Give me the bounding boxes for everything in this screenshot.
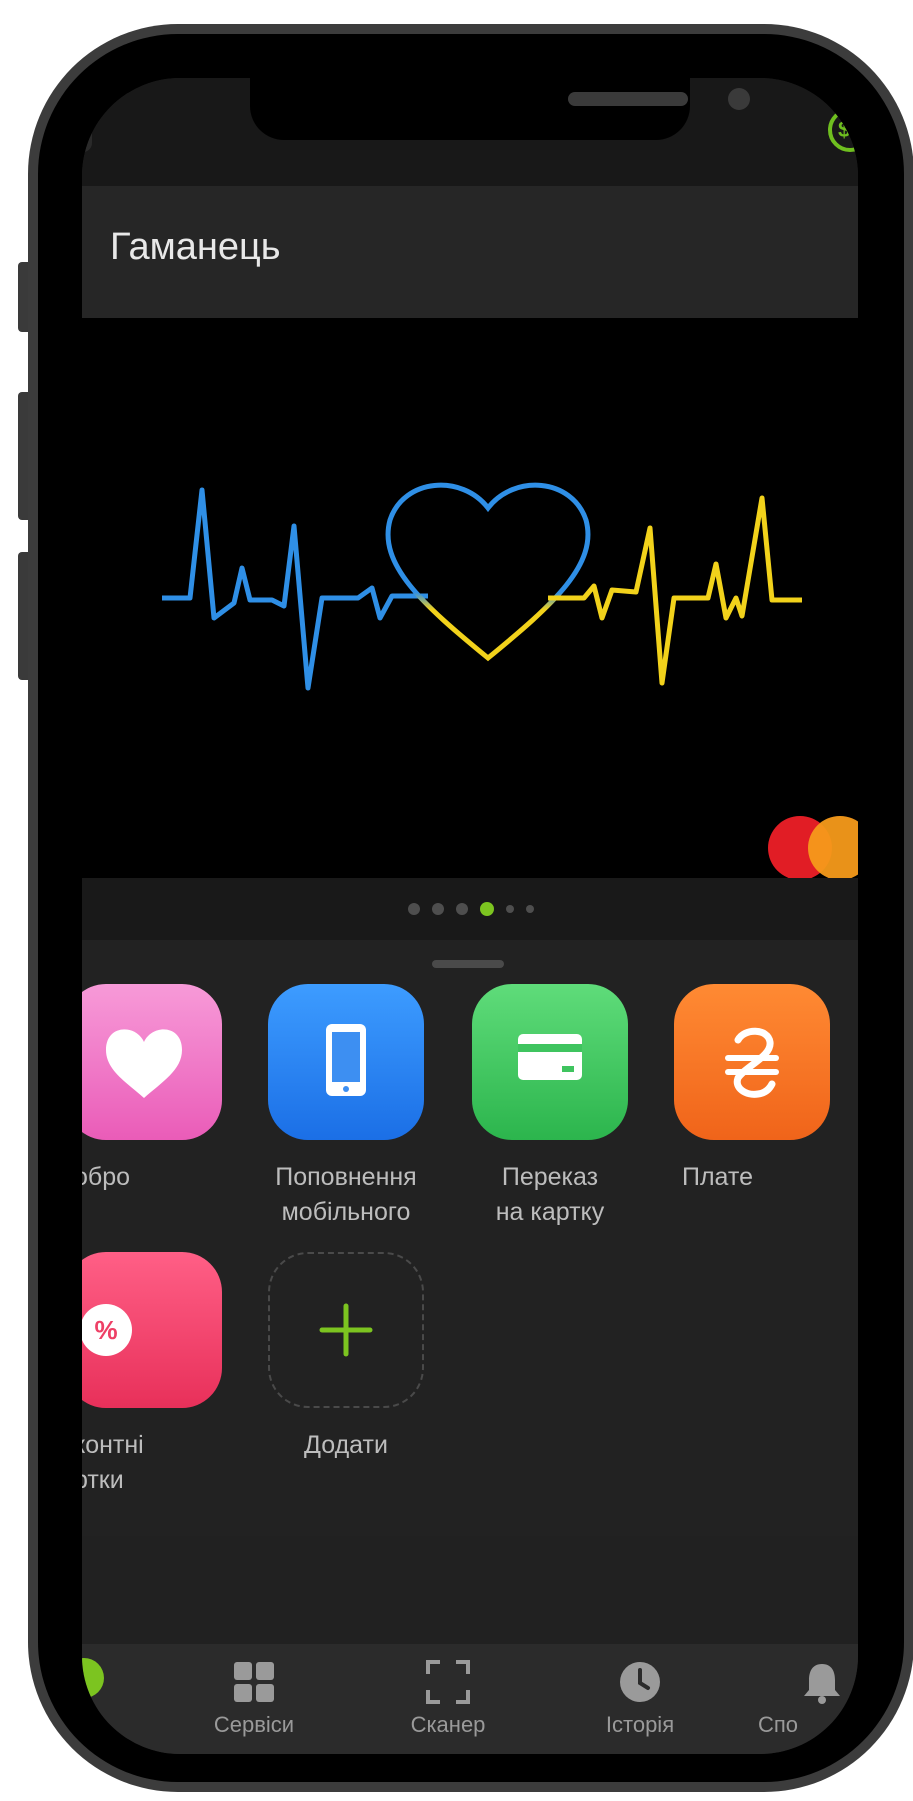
phone-mockup-stage: $ Гаманець бро Поповнення мобільного Пер… xyxy=(0,0,913,1801)
phone-screen: $ Гаманець бро Поповнення мобільного Пер… xyxy=(82,78,858,1754)
tab-history[interactable]: Історія xyxy=(560,1644,720,1754)
discount-icon: % xyxy=(82,1304,132,1356)
credit-card-icon xyxy=(518,1034,582,1080)
tab-label: Сканер xyxy=(410,1712,486,1737)
bell-icon xyxy=(804,1664,840,1704)
tab-label: Історія xyxy=(605,1712,675,1737)
heartbeat-heart-art xyxy=(162,482,802,691)
notch xyxy=(250,78,750,140)
tab-notifications[interactable]: Спо xyxy=(722,1644,858,1754)
pager-dot[interactable] xyxy=(408,903,420,915)
pager-dot[interactable] xyxy=(480,902,494,916)
scan-frame-icon xyxy=(426,1660,470,1704)
mastercard-logo xyxy=(768,816,858,886)
page-header: Гаманець xyxy=(82,186,858,318)
bottom-tab-bar: Сервіси Сканер Історія Спо xyxy=(82,1644,858,1754)
status-left-icon xyxy=(82,116,92,152)
service-tile-mobile-topup[interactable] xyxy=(268,984,424,1140)
tab-label: Спо xyxy=(758,1712,799,1737)
pager-dot[interactable] xyxy=(432,903,444,915)
grid-icon xyxy=(234,1662,274,1702)
service-tile-card-transfer[interactable] xyxy=(472,984,628,1140)
pager-dot[interactable] xyxy=(506,905,514,913)
pager-dot[interactable] xyxy=(456,903,468,915)
sheet-grabber[interactable] xyxy=(432,960,504,968)
tab-scanner[interactable]: Сканер xyxy=(368,1644,528,1754)
plus-icon xyxy=(319,1303,373,1357)
service-tile-discount-cards[interactable]: % xyxy=(82,1252,222,1408)
service-tile-add[interactable] xyxy=(268,1252,424,1408)
svg-text:%: % xyxy=(94,1315,117,1345)
carousel-pager xyxy=(82,878,858,940)
service-label-add: Додати xyxy=(304,1431,388,1459)
page-title: Гаманець xyxy=(110,226,281,268)
smartphone-icon xyxy=(326,1024,366,1096)
pager-dot[interactable] xyxy=(526,905,534,913)
service-label-mobile-topup: Поповнення мобільного xyxy=(275,1163,417,1226)
heart-icon xyxy=(106,1029,182,1098)
hryvnia-icon xyxy=(725,1027,779,1098)
heart-outline xyxy=(385,482,591,662)
tab-wallet[interactable] xyxy=(82,1644,146,1754)
services-sheet: обро Поповнення мобільного xyxy=(82,940,858,1536)
service-label-card-transfer: Переказ на картку xyxy=(495,1163,605,1226)
speaker xyxy=(568,92,688,106)
service-tile-charity[interactable] xyxy=(82,984,222,1140)
account-badge-icon[interactable]: $ xyxy=(828,108,858,152)
clock-icon xyxy=(620,1662,660,1702)
tab-label: Сервіси xyxy=(213,1712,295,1737)
pager-dots xyxy=(408,902,534,916)
front-camera xyxy=(728,88,750,110)
service-label-payments: Плате xyxy=(682,1163,753,1191)
wallet-icon xyxy=(82,1658,104,1698)
service-tile-payments[interactable] xyxy=(674,984,830,1140)
card-carousel[interactable] xyxy=(82,318,858,880)
tab-services[interactable]: Сервіси xyxy=(174,1644,334,1754)
